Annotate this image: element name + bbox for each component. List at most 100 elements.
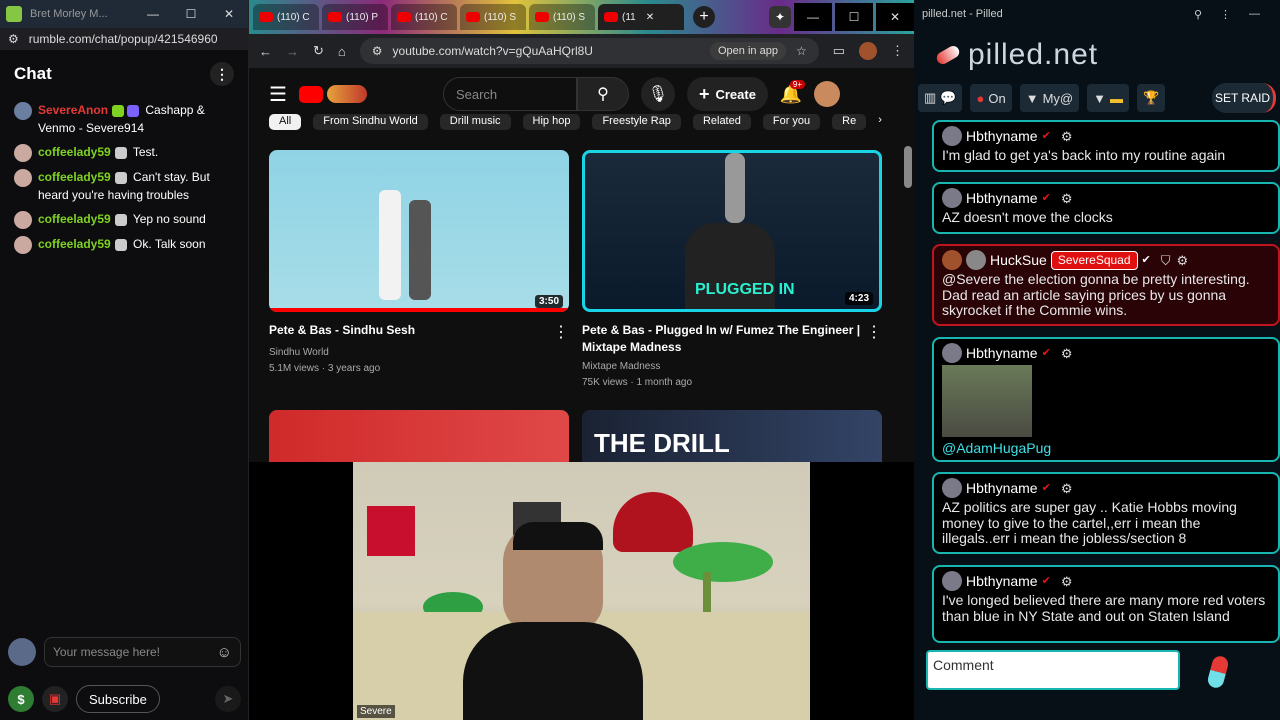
youtube-logo[interactable] bbox=[298, 85, 367, 103]
close-button[interactable]: ✕ bbox=[210, 0, 248, 28]
search-button[interactable]: ⚲ bbox=[576, 77, 629, 111]
chip[interactable]: Hip hop bbox=[522, 114, 581, 130]
browser-tab-active[interactable]: (11 ✕ bbox=[598, 4, 684, 30]
gear-icon[interactable]: ⚙ bbox=[1061, 346, 1073, 361]
shield-icon: ⛉ bbox=[1160, 252, 1171, 268]
home-icon[interactable]: ⌂ bbox=[338, 44, 346, 59]
chip[interactable]: For you bbox=[762, 114, 821, 130]
chat-username[interactable]: coffeelady59 bbox=[38, 170, 111, 184]
chat-message-input[interactable]: Your message here! ☺ bbox=[44, 637, 241, 667]
tab-close-icon[interactable]: ✕ bbox=[646, 12, 654, 23]
tab-title: (11 bbox=[622, 11, 636, 23]
account-avatar[interactable] bbox=[814, 81, 841, 107]
bookmark-star-icon[interactable]: ☆ bbox=[796, 44, 807, 58]
back-icon[interactable]: ← bbox=[259, 44, 272, 59]
send-pill-icon[interactable] bbox=[1206, 654, 1230, 690]
verified-check-icon: ✔ bbox=[1041, 574, 1051, 587]
video-title[interactable]: Pete & Bas - Plugged In w/ Fumez The Eng… bbox=[582, 322, 866, 356]
reload-icon[interactable]: ↻ bbox=[313, 43, 324, 59]
sparkle-icon[interactable]: ✦ bbox=[769, 6, 791, 28]
profile-avatar[interactable] bbox=[859, 42, 877, 60]
notifications-bell-icon[interactable]: 🔔 9+ bbox=[780, 79, 806, 105]
chip[interactable]: From Sindhu World bbox=[313, 114, 428, 130]
username[interactable]: Hbthyname bbox=[966, 480, 1038, 496]
new-tab-icon[interactable]: + bbox=[693, 6, 715, 28]
username[interactable]: Hbthyname bbox=[966, 128, 1038, 144]
chip[interactable]: Drill music bbox=[439, 114, 511, 130]
video-thumbnail[interactable]: PLUGGED IN 4:23 bbox=[582, 150, 882, 312]
chat-username[interactable]: coffeelady59 bbox=[38, 145, 111, 159]
chat-username[interactable]: SevereAnon bbox=[38, 103, 108, 117]
send-icon[interactable]: ➤ bbox=[215, 686, 241, 712]
channel-name[interactable]: Sindhu World bbox=[269, 345, 569, 361]
layout-chat-toggle[interactable]: ▥ 💬 bbox=[918, 84, 963, 112]
trophy-icon: 🏆 bbox=[1142, 90, 1160, 105]
site-info-icon[interactable]: ⚙ bbox=[372, 44, 383, 58]
video-thumbnail[interactable] bbox=[269, 410, 569, 462]
page-scrollbar[interactable] bbox=[904, 146, 912, 188]
chip[interactable]: Freestyle Rap bbox=[592, 114, 681, 130]
video-thumbnail[interactable]: THE DRILL bbox=[582, 410, 882, 462]
minimize-button[interactable]: — bbox=[134, 0, 172, 28]
video-thumbnail[interactable]: 3:50 bbox=[269, 150, 569, 312]
window-menu-icon[interactable]: ⋮ bbox=[1220, 8, 1231, 21]
chat-username[interactable]: coffeelady59 bbox=[38, 212, 111, 226]
emoji-icon[interactable]: ☺ bbox=[217, 644, 232, 661]
browser-tab[interactable]: (110) S bbox=[460, 4, 526, 30]
channel-name[interactable]: Mixtape Madness bbox=[582, 359, 882, 375]
chat-menu-icon[interactable]: ⋮ bbox=[210, 62, 234, 86]
forward-icon[interactable]: → bbox=[286, 44, 299, 59]
video-card[interactable]: PLUGGED IN 4:23 Pete & Bas - Plugged In … bbox=[582, 150, 882, 391]
browser-tab[interactable]: (110) S bbox=[529, 4, 595, 30]
video-menu-icon[interactable]: ⋮ bbox=[553, 322, 569, 342]
tip-dollar-icon[interactable]: $ bbox=[8, 686, 34, 712]
tab-search-icon[interactable]: ▭ bbox=[833, 43, 845, 59]
chip[interactable]: All bbox=[269, 114, 302, 130]
gear-icon[interactable]: ⚙ bbox=[1061, 481, 1073, 496]
message-mention[interactable]: @AdamHugaPug bbox=[942, 440, 1270, 457]
username[interactable]: Hbthyname bbox=[966, 345, 1038, 361]
video-menu-icon[interactable]: ⋮ bbox=[866, 322, 882, 356]
subscribe-button[interactable]: Subscribe bbox=[76, 685, 160, 713]
gear-icon[interactable]: ⚙ bbox=[1061, 129, 1073, 144]
hamburger-menu-icon[interactable]: ☰ bbox=[269, 82, 287, 107]
chip[interactable]: Related bbox=[692, 114, 751, 130]
gear-icon[interactable]: ⚙ bbox=[1061, 191, 1073, 206]
open-in-app-button[interactable]: Open in app bbox=[710, 42, 786, 60]
pill-on-toggle[interactable]: ● On bbox=[970, 84, 1012, 112]
gear-icon[interactable]: ⚙ bbox=[1177, 253, 1189, 268]
maximize-button[interactable]: ☐ bbox=[172, 0, 210, 28]
address-bar[interactable]: ⚙ youtube.com/watch?v=gQuAaHQrl8U Open i… bbox=[359, 38, 819, 64]
username[interactable]: HuckSue bbox=[990, 252, 1047, 268]
attached-image[interactable] bbox=[942, 365, 1032, 437]
browser-tab[interactable]: (110) P bbox=[322, 4, 388, 30]
gear-icon[interactable]: ⚙ bbox=[1061, 574, 1073, 589]
gift-icon[interactable]: ▣ bbox=[42, 686, 68, 712]
minimize-button[interactable]: — bbox=[1249, 8, 1260, 21]
video-card[interactable]: 3:50 Pete & Bas - Sindhu Sesh ⋮ Sindhu W… bbox=[269, 150, 569, 377]
close-button[interactable]: ✕ bbox=[876, 3, 914, 31]
youtube-search-input[interactable]: Search bbox=[442, 77, 577, 111]
set-raid-button[interactable]: SET RAID bbox=[1212, 83, 1276, 113]
minimize-button[interactable]: — bbox=[794, 3, 832, 31]
comment-input[interactable]: Comment bbox=[926, 650, 1180, 690]
trophy-button[interactable]: 🏆 bbox=[1136, 84, 1166, 112]
site-info-icon[interactable]: ⚙ bbox=[8, 32, 19, 46]
microphone-icon[interactable]: 🎙 bbox=[640, 77, 675, 111]
zoom-icon[interactable]: ⚲ bbox=[1194, 8, 1202, 21]
username[interactable]: Hbthyname bbox=[966, 573, 1038, 589]
chevron-right-icon[interactable]: › bbox=[878, 114, 882, 130]
create-button[interactable]: + Create bbox=[686, 77, 768, 111]
browser-tab[interactable]: (110) C bbox=[253, 4, 319, 30]
browser-menu-icon[interactable]: ⋮ bbox=[891, 43, 904, 59]
url-bar[interactable]: ⚙ rumble.com/chat/popup/421546960 bbox=[0, 28, 248, 50]
video-title[interactable]: Pete & Bas - Sindhu Sesh bbox=[269, 322, 415, 342]
username[interactable]: Hbthyname bbox=[966, 190, 1038, 206]
browser-tab[interactable]: (110) C bbox=[391, 4, 457, 30]
webcam-video: Severe bbox=[353, 462, 810, 720]
my-mentions-filter[interactable]: ▼ My@ bbox=[1019, 84, 1080, 112]
chip[interactable]: Re bbox=[832, 114, 867, 130]
chat-username[interactable]: coffeelady59 bbox=[38, 237, 111, 251]
maximize-button[interactable]: ☐ bbox=[835, 3, 873, 31]
filter-pill-button[interactable]: ▼ ▬ bbox=[1087, 84, 1129, 112]
